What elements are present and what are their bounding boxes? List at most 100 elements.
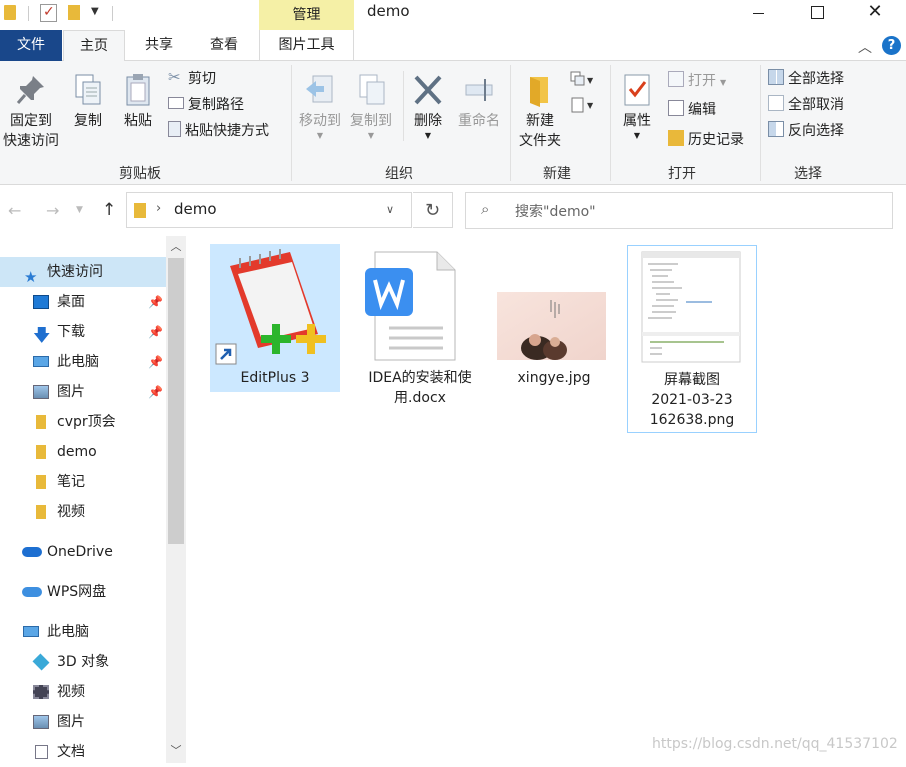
open-button[interactable]: 打开 ▼ — [668, 70, 726, 92]
delete-button[interactable]: 删除 ▼ — [409, 73, 447, 141]
pin-to-quick-access-button[interactable]: 固定到 快速访问 — [0, 73, 62, 151]
file-item-idea-docx[interactable]: IDEA的安装和使 用.docx — [355, 244, 485, 412]
copy-to-button[interactable]: 复制到 ▼ — [347, 73, 395, 141]
rename-button[interactable]: 重命名 — [455, 73, 503, 131]
nav-item-notes[interactable]: 笔记 — [0, 467, 166, 497]
minimize-button[interactable] — [736, 0, 782, 28]
tab-home[interactable]: 主页 — [63, 30, 125, 62]
copy-path-button[interactable]: 复制路径 — [168, 94, 244, 116]
properties-button[interactable]: 属性 ▼ — [616, 73, 658, 141]
collapse-ribbon-icon[interactable]: ︿ — [858, 37, 872, 57]
scroll-up-icon[interactable]: ︿ — [166, 236, 186, 258]
navigation-pane: ★ 快速访问 桌面 📌 🡇 下载 📌 此电脑 📌 图片 📌 cvpr顶会 dem… — [0, 236, 188, 763]
help-icon[interactable]: ? — [882, 36, 901, 55]
chevron-right-icon[interactable]: › — [156, 201, 161, 216]
documents-icon — [35, 745, 48, 759]
history-button[interactable]: 历史记录 — [668, 129, 744, 151]
file-name-line2: 2021-03-23 — [651, 392, 733, 408]
cut-label: 剪切 — [188, 71, 216, 87]
paste-shortcut-label: 粘贴快捷方式 — [185, 123, 269, 139]
folder-icon — [36, 415, 46, 429]
paste-shortcut-button[interactable]: 粘贴快捷方式 — [168, 120, 269, 142]
nav-label: 笔记 — [57, 474, 85, 490]
copy-button[interactable]: 复制 — [68, 73, 108, 131]
tab-view[interactable]: 查看 — [193, 30, 255, 61]
pin-label-line2: 快速访问 — [3, 133, 59, 149]
paste-button[interactable]: 粘贴 — [118, 73, 158, 131]
chevron-down-icon[interactable]: ∨ — [386, 203, 394, 216]
nav-item-downloads[interactable]: 🡇 下载 📌 — [0, 317, 166, 347]
move-to-button[interactable]: 移动到 ▼ — [296, 73, 344, 141]
nav-item-pictures[interactable]: 图片 📌 — [0, 377, 166, 407]
nav-item-desktop[interactable]: 桌面 📌 — [0, 287, 166, 317]
delete-x-icon — [412, 73, 444, 107]
nav-item-pc-videos[interactable]: 视频 — [0, 677, 166, 707]
nav-quick-access[interactable]: ★ 快速访问 — [0, 257, 166, 287]
group-label-organize: 组织 — [385, 166, 413, 182]
file-name-line1: IDEA的安装和使 — [368, 370, 472, 386]
3d-objects-icon — [32, 653, 50, 671]
file-item-xingye[interactable]: xingye.jpg — [489, 244, 619, 392]
nav-label: 视频 — [57, 684, 85, 700]
group-divider — [760, 65, 761, 181]
tab-file[interactable]: 文件 — [0, 30, 62, 61]
nav-item-this-pc-pinned[interactable]: 此电脑 📌 — [0, 347, 166, 377]
new-item-icon[interactable]: ▼ — [570, 71, 594, 91]
properties-quick-icon[interactable]: ✓ — [40, 4, 57, 22]
invert-selection-label: 反向选择 — [788, 123, 844, 139]
refresh-icon[interactable]: ↻ — [413, 192, 453, 228]
select-all-button[interactable]: 全部选择 — [768, 68, 844, 90]
recent-locations-icon[interactable]: ▼ — [76, 205, 83, 215]
folder-icon — [36, 445, 46, 459]
group-label-new: 新建 — [543, 166, 571, 182]
file-name: EditPlus 3 — [240, 370, 310, 386]
forward-arrow-icon[interactable]: → — [46, 201, 59, 220]
nav-item-demo[interactable]: demo — [0, 437, 166, 467]
nav-item-wps[interactable]: WPS网盘 — [0, 577, 166, 607]
chevron-down-icon[interactable]: ▼ — [91, 6, 99, 17]
history-label: 历史记录 — [688, 132, 744, 148]
new-folder-quick-icon[interactable] — [68, 5, 80, 20]
tab-manage[interactable]: 管理 — [259, 0, 354, 30]
scrollbar-thumb[interactable] — [168, 258, 184, 544]
nav-item-videos[interactable]: 视频 — [0, 497, 166, 527]
address-bar[interactable] — [126, 192, 412, 228]
nav-item-cvpr[interactable]: cvpr顶会 — [0, 407, 166, 437]
computer-icon — [23, 626, 39, 637]
nav-item-this-pc[interactable]: 此电脑 — [0, 617, 166, 647]
paste-label: 粘贴 — [124, 113, 152, 129]
file-item-screenshot[interactable]: 屏幕截图 2021-03-23 162638.png — [627, 245, 757, 433]
nav-label: WPS网盘 — [47, 584, 107, 600]
pin-icon: 📌 — [148, 325, 163, 339]
back-arrow-icon[interactable]: ← — [8, 201, 21, 220]
edit-button[interactable]: 编辑 — [668, 99, 716, 121]
nav-item-3d-objects[interactable]: 3D 对象 — [0, 647, 166, 677]
search-placeholder: 搜索"demo" — [515, 204, 596, 220]
cut-button[interactable]: ✂ 剪切 — [168, 68, 216, 90]
nav-item-pc-pictures[interactable]: 图片 — [0, 707, 166, 737]
file-item-editplus[interactable]: EditPlus 3 — [210, 244, 340, 392]
easy-access-icon[interactable]: ▼ — [570, 96, 594, 116]
tab-picture-tools[interactable]: 图片工具 — [259, 30, 354, 61]
new-folder-label-line2: 文件夹 — [519, 133, 561, 149]
open-icon — [668, 71, 684, 87]
pin-label-line1: 固定到 — [10, 113, 52, 129]
close-button[interactable]: ✕ — [852, 0, 898, 28]
new-folder-label-line1: 新建 — [526, 113, 554, 129]
tab-share[interactable]: 共享 — [128, 30, 190, 61]
address-path[interactable]: demo — [174, 200, 217, 218]
nav-item-onedrive[interactable]: OneDrive — [0, 537, 166, 567]
videos-icon — [33, 685, 49, 699]
select-none-button[interactable]: 全部取消 — [768, 94, 844, 116]
invert-selection-button[interactable]: 反向选择 — [768, 120, 844, 142]
maximize-button[interactable] — [794, 0, 840, 28]
up-arrow-icon[interactable]: ↑ — [102, 200, 116, 220]
search-icon: ⌕ — [481, 200, 490, 218]
nav-label: 桌面 — [57, 294, 85, 310]
nav-label: 视频 — [57, 504, 85, 520]
scroll-down-icon[interactable]: ﹀ — [166, 740, 186, 762]
button-divider — [403, 71, 404, 141]
new-folder-button[interactable]: 新建 文件夹 — [514, 73, 566, 151]
chevron-down-icon: ▼ — [720, 78, 727, 87]
folder-icon[interactable] — [4, 5, 16, 20]
